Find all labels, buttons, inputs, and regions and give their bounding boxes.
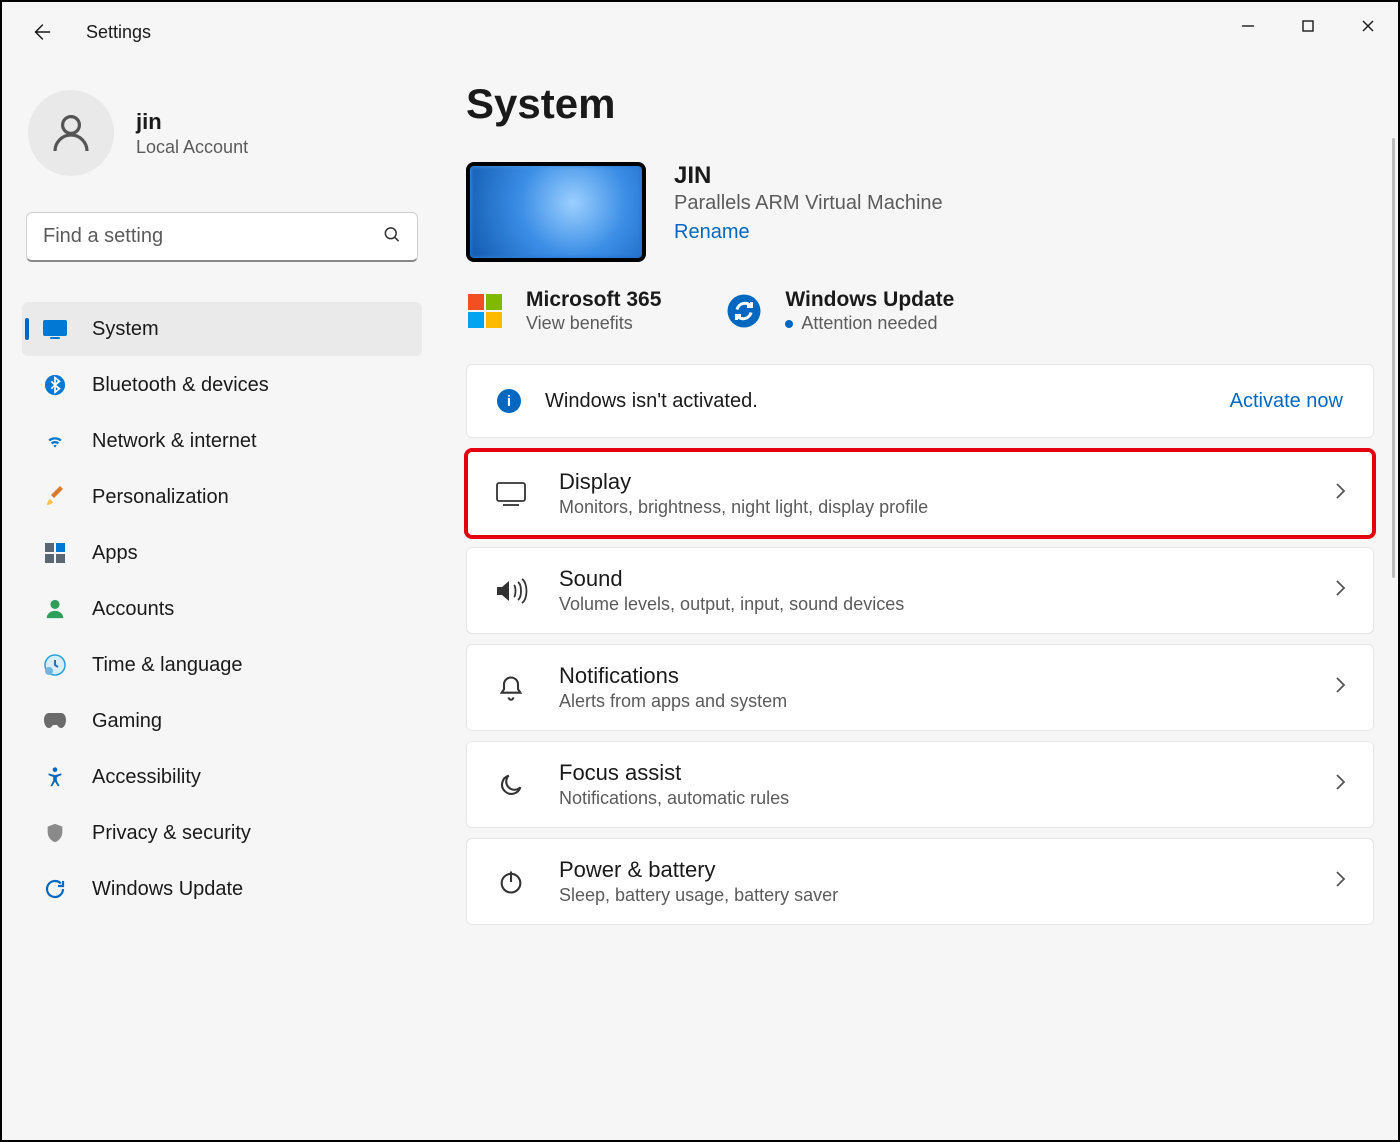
activate-now-link[interactable]: Activate now bbox=[1230, 390, 1343, 413]
card-desc: Notifications, automatic rules bbox=[559, 788, 1303, 809]
chevron-right-icon bbox=[1333, 481, 1347, 506]
card-title: Notifications bbox=[559, 663, 1303, 689]
attention-dot-icon bbox=[785, 320, 793, 328]
settings-item-focus-assist[interactable]: Focus assistNotifications, automatic rul… bbox=[466, 741, 1374, 828]
titlebar: Settings bbox=[2, 2, 1398, 62]
nav-item-accessibility[interactable]: Accessibility bbox=[22, 750, 422, 804]
nav-item-privacy[interactable]: Privacy & security bbox=[22, 806, 422, 860]
settings-list: DisplayMonitors, brightness, night light… bbox=[466, 450, 1374, 925]
minimize-button[interactable] bbox=[1218, 2, 1278, 50]
sidebar: jin Local Account System Bluetooth & dev… bbox=[2, 62, 442, 1140]
sound-icon bbox=[493, 573, 529, 609]
chevron-right-icon bbox=[1333, 675, 1347, 700]
close-button[interactable] bbox=[1338, 2, 1398, 50]
microsoft-logo-icon bbox=[466, 292, 504, 330]
nav-label: Network & internet bbox=[92, 430, 257, 453]
update-icon bbox=[42, 876, 68, 902]
nav-item-network[interactable]: Network & internet bbox=[22, 414, 422, 468]
activation-banner: i Windows isn't activated. Activate now bbox=[466, 364, 1374, 438]
nav-label: Gaming bbox=[92, 710, 162, 733]
power-icon bbox=[493, 864, 529, 900]
monitor-icon bbox=[42, 316, 68, 342]
card-desc: Volume levels, output, input, sound devi… bbox=[559, 594, 1303, 615]
app-title: Settings bbox=[86, 22, 151, 43]
search-wrap bbox=[26, 212, 418, 262]
nav-item-system[interactable]: System bbox=[22, 302, 422, 356]
device-info-row: JIN Parallels ARM Virtual Machine Rename bbox=[466, 162, 1374, 262]
nav-label: Time & language bbox=[92, 654, 242, 677]
quick-windows-update[interactable]: Windows Update Attention needed bbox=[725, 288, 954, 334]
user-account-button[interactable]: jin Local Account bbox=[22, 90, 422, 176]
nav-label: Apps bbox=[92, 542, 138, 565]
chevron-right-icon bbox=[1333, 772, 1347, 797]
card-desc: Alerts from apps and system bbox=[559, 691, 1303, 712]
quick-links-row: Microsoft 365 View benefits Windows Upda… bbox=[466, 288, 1374, 334]
nav-item-windows-update[interactable]: Windows Update bbox=[22, 862, 422, 916]
quick-sub: Attention needed bbox=[785, 313, 954, 334]
shield-icon bbox=[42, 820, 68, 846]
nav-label: Accounts bbox=[92, 598, 174, 621]
card-title: Focus assist bbox=[559, 760, 1303, 786]
nav-item-accounts[interactable]: Accounts bbox=[22, 582, 422, 636]
nav-list: System Bluetooth & devices Network & int… bbox=[22, 302, 422, 916]
settings-item-notifications[interactable]: NotificationsAlerts from apps and system bbox=[466, 644, 1374, 731]
nav-item-apps[interactable]: Apps bbox=[22, 526, 422, 580]
search-input[interactable] bbox=[26, 212, 418, 262]
nav-item-personalization[interactable]: Personalization bbox=[22, 470, 422, 524]
brush-icon bbox=[42, 484, 68, 510]
nav-label: Windows Update bbox=[92, 878, 243, 901]
bluetooth-icon bbox=[42, 372, 68, 398]
nav-item-bluetooth[interactable]: Bluetooth & devices bbox=[22, 358, 422, 412]
nav-label: Personalization bbox=[92, 486, 229, 509]
back-button[interactable] bbox=[24, 15, 58, 49]
window-controls bbox=[1218, 2, 1398, 50]
quick-microsoft365[interactable]: Microsoft 365 View benefits bbox=[466, 288, 661, 334]
quick-sub: View benefits bbox=[526, 313, 661, 334]
page-title: System bbox=[466, 80, 1374, 128]
main-content: System JIN Parallels ARM Virtual Machine… bbox=[442, 62, 1398, 1140]
card-title: Power & battery bbox=[559, 857, 1303, 883]
nav-label: Privacy & security bbox=[92, 822, 251, 845]
maximize-button[interactable] bbox=[1278, 2, 1338, 50]
user-subtitle: Local Account bbox=[136, 137, 248, 158]
settings-item-sound[interactable]: SoundVolume levels, output, input, sound… bbox=[466, 547, 1374, 634]
settings-item-display[interactable]: DisplayMonitors, brightness, night light… bbox=[466, 450, 1374, 537]
wifi-icon bbox=[42, 428, 68, 454]
nav-label: System bbox=[92, 318, 159, 341]
sync-icon bbox=[725, 292, 763, 330]
rename-link[interactable]: Rename bbox=[674, 221, 750, 244]
card-desc: Monitors, brightness, night light, displ… bbox=[559, 497, 1303, 518]
avatar-icon bbox=[28, 90, 114, 176]
moon-icon bbox=[493, 767, 529, 803]
nav-label: Accessibility bbox=[92, 766, 201, 789]
search-icon bbox=[382, 225, 402, 250]
quick-title: Windows Update bbox=[785, 288, 954, 312]
chevron-right-icon bbox=[1333, 869, 1347, 894]
person-icon bbox=[42, 596, 68, 622]
settings-item-power[interactable]: Power & batterySleep, battery usage, bat… bbox=[466, 838, 1374, 925]
scrollbar[interactable] bbox=[1392, 138, 1395, 578]
info-icon: i bbox=[497, 389, 521, 413]
nav-label: Bluetooth & devices bbox=[92, 374, 269, 397]
bell-icon bbox=[493, 670, 529, 706]
chevron-right-icon bbox=[1333, 578, 1347, 603]
card-title: Sound bbox=[559, 566, 1303, 592]
activation-text: Windows isn't activated. bbox=[545, 390, 1206, 413]
accessibility-icon bbox=[42, 764, 68, 790]
gamepad-icon bbox=[42, 708, 68, 734]
clock-icon bbox=[42, 652, 68, 678]
device-description: Parallels ARM Virtual Machine bbox=[674, 192, 943, 215]
nav-item-gaming[interactable]: Gaming bbox=[22, 694, 422, 748]
quick-title: Microsoft 365 bbox=[526, 288, 661, 312]
card-desc: Sleep, battery usage, battery saver bbox=[559, 885, 1303, 906]
display-icon bbox=[493, 476, 529, 512]
apps-icon bbox=[42, 540, 68, 566]
device-name: JIN bbox=[674, 162, 943, 190]
nav-item-time-language[interactable]: Time & language bbox=[22, 638, 422, 692]
user-name: jin bbox=[136, 109, 248, 135]
device-thumbnail bbox=[466, 162, 646, 262]
card-title: Display bbox=[559, 469, 1303, 495]
